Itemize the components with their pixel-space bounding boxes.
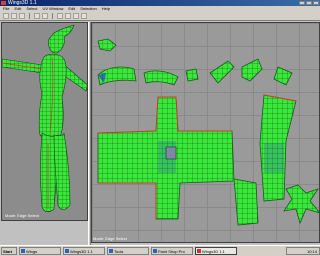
uv-status: Mode: Edge Select <box>93 236 127 241</box>
wings-app-icon <box>1 1 6 5</box>
undo-icon[interactable] <box>34 13 40 19</box>
open-icon[interactable] <box>11 13 17 19</box>
face-mode-icon[interactable] <box>73 13 79 19</box>
viewport-status: Mode: Edge Select <box>5 213 39 218</box>
vertex-mode-icon[interactable] <box>57 13 63 19</box>
taskbar-item[interactable]: Wings <box>19 247 61 255</box>
taskbar-item[interactable]: Paint Shop Pro <box>151 247 193 255</box>
uv-editor-canvas[interactable] <box>91 22 320 243</box>
character-model <box>2 24 87 213</box>
taskbar-item[interactable]: Tools <box>107 247 149 255</box>
close-button[interactable] <box>313 1 319 5</box>
taskbar-item[interactable]: Wings3D 1.1 <box>63 247 105 255</box>
system-clock: 10:14 <box>286 247 320 255</box>
minimize-button[interactable] <box>299 1 305 5</box>
redo-icon[interactable] <box>42 13 48 19</box>
toolbar-divider <box>52 13 53 19</box>
edge-mode-icon[interactable] <box>65 13 71 19</box>
taskbar-item-active[interactable]: Wings3D 1.1 <box>195 247 237 255</box>
3d-viewport[interactable]: Mode: Edge Select <box>1 22 88 221</box>
toolbar <box>0 12 320 21</box>
toolbar-divider <box>29 13 30 19</box>
body-mode-icon[interactable] <box>81 13 87 19</box>
start-button[interactable]: Start <box>1 247 17 255</box>
save-icon[interactable] <box>19 13 25 19</box>
new-icon[interactable] <box>3 13 9 19</box>
maximize-button[interactable] <box>306 1 312 5</box>
uv-islands <box>97 38 319 226</box>
taskbar: Start Wings Wings3D 1.1 Tools Paint Shop… <box>0 245 320 256</box>
